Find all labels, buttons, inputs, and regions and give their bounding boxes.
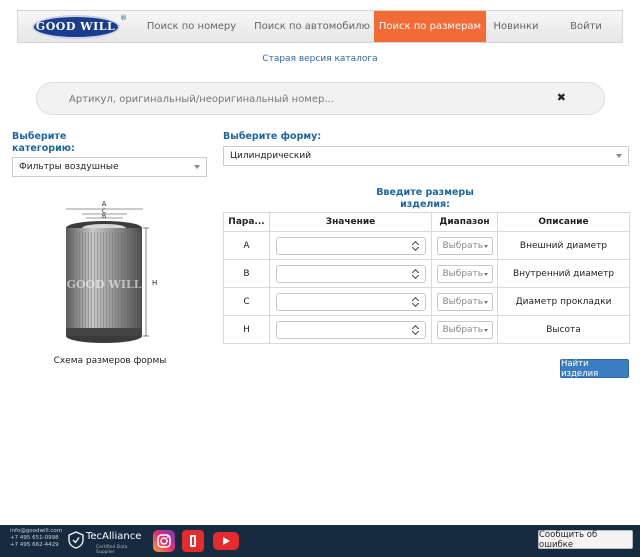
value-input-h[interactable] xyxy=(275,320,426,339)
logo-area[interactable]: GOOD WILL ® xyxy=(18,11,133,42)
chevron-down-icon xyxy=(483,244,488,248)
header-description: Описание xyxy=(497,212,630,232)
report-error-button[interactable]: Сообщить об ошибке xyxy=(538,530,633,550)
dimensions-title: Введите размеры изделия: xyxy=(376,187,474,210)
table-row: B Выбрать Внутренний диаметр xyxy=(223,259,630,288)
close-icon[interactable]: ✖ xyxy=(557,91,566,104)
goodwill-logo[interactable]: GOOD WILL xyxy=(31,14,120,39)
footer-email[interactable]: info@goodwill.com xyxy=(10,528,62,535)
param-cell: H xyxy=(223,315,270,344)
value-input-b[interactable] xyxy=(275,264,426,283)
description-cell: Внутренний диаметр xyxy=(497,259,630,288)
spinner-icon[interactable] xyxy=(413,268,419,280)
dim-label-a: A xyxy=(102,200,107,208)
param-cell: B xyxy=(223,259,270,288)
chevron-down-icon xyxy=(194,165,200,169)
tab-new-products[interactable]: Новинки xyxy=(486,11,546,42)
range-select-h[interactable]: Выбрать xyxy=(436,320,493,339)
chevron-down-icon xyxy=(483,300,488,304)
spinner-icon[interactable] xyxy=(413,324,419,336)
tecalliance-shield-icon xyxy=(68,531,84,549)
spinner-icon[interactable] xyxy=(413,240,419,252)
tab-search-by-number[interactable]: Поиск по номеру xyxy=(133,11,250,42)
value-input-a[interactable] xyxy=(275,236,426,255)
top-navigation: GOOD WILL ® Поиск по номеру Поиск по авт… xyxy=(17,10,623,43)
dim-label-h: H xyxy=(152,279,157,287)
footer-phone-2: +7 495 662-4429 xyxy=(10,542,59,548)
tecalliance-badge[interactable]: TecAlliance Certified Data Supplier xyxy=(68,529,144,555)
tecalliance-sub: Certified Data Supplier xyxy=(96,545,128,555)
diagram-caption: Схема размеров формы xyxy=(53,356,167,366)
description-cell: Внешний диаметр xyxy=(497,231,630,260)
old-catalog-link[interactable]: Старая версия каталога xyxy=(0,54,640,64)
spinner-icon[interactable] xyxy=(413,296,419,308)
youtube-icon[interactable] xyxy=(212,530,240,552)
shape-label: Выберите форму: xyxy=(223,131,322,142)
tecalliance-name: TecAlliance xyxy=(86,531,142,542)
cylinder-filter-diagram: A C B H GOOD WILL xyxy=(66,200,157,343)
shape-select[interactable]: Цилиндрический xyxy=(223,146,629,166)
shape-selected-value: Цилиндрический xyxy=(230,151,312,161)
find-products-button[interactable]: Найти изделия xyxy=(560,359,629,379)
table-row: C Выбрать Диаметр прокладки xyxy=(223,287,630,316)
chevron-down-icon xyxy=(616,154,622,158)
dim-label-b: B xyxy=(102,213,106,220)
footer-contacts: info@goodwill.com +7 495 651-0998 +7 495… xyxy=(10,528,62,549)
registered-mark: ® xyxy=(120,14,127,22)
chevron-down-icon xyxy=(483,328,488,332)
instagram-icon[interactable] xyxy=(153,530,175,552)
header-range: Диапазон xyxy=(431,212,498,232)
table-header-row: Пара... Значение Диапазон Описание xyxy=(223,212,630,232)
search-input[interactable] xyxy=(67,87,567,112)
search-bar: ✖ xyxy=(36,82,605,115)
description-cell: Высота xyxy=(497,315,630,344)
table-row: H Выбрать Высота xyxy=(223,315,630,344)
range-select-c[interactable]: Выбрать xyxy=(436,292,493,311)
range-select-a[interactable]: Выбрать xyxy=(436,236,493,255)
login-link[interactable]: Войти xyxy=(550,11,622,42)
param-cell: C xyxy=(223,287,270,316)
footer-phone-1: +7 495 651-0998 xyxy=(10,535,59,541)
header-value: Значение xyxy=(269,212,432,232)
range-select-b[interactable]: Выбрать xyxy=(436,264,493,283)
tab-search-by-vehicle[interactable]: Поиск по автомобилю xyxy=(250,11,374,42)
dimensions-table: Пара... Значение Диапазон Описание A Выб… xyxy=(223,212,630,344)
tab-search-by-size[interactable]: Поиск по размерам xyxy=(374,11,486,42)
value-input-c[interactable] xyxy=(275,292,426,311)
description-cell: Диаметр прокладки xyxy=(497,287,630,316)
dzen-icon[interactable] xyxy=(182,530,204,552)
param-cell: A xyxy=(223,231,270,260)
category-select[interactable]: Фильтры воздушные xyxy=(12,157,207,177)
diagram-watermark: GOOD WILL xyxy=(67,278,142,291)
category-selected-value: Фильтры воздушные xyxy=(19,162,119,172)
chevron-down-icon xyxy=(483,272,488,276)
category-label: Выберите категорию: xyxy=(12,131,75,154)
header-param: Пара... xyxy=(223,212,270,232)
table-row: A Выбрать Внешний диаметр xyxy=(223,231,630,260)
